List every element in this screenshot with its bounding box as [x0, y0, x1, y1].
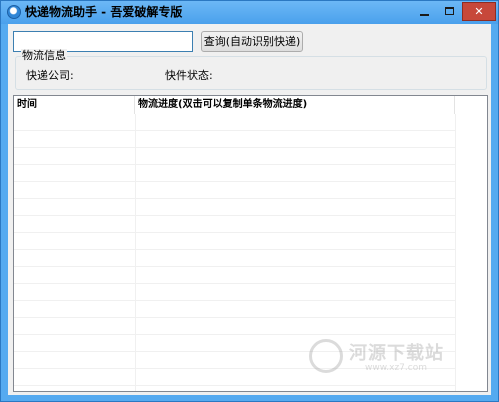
- list-grid-line: [14, 250, 455, 267]
- column-header-filler: [455, 96, 487, 114]
- window-title: 快递物流助手 - 吾爱破解专版: [25, 5, 183, 19]
- package-status-label: 快件状态:: [165, 69, 213, 82]
- list-column-divider: [135, 114, 136, 391]
- logistics-info-group: 物流信息 快递公司: 快件状态:: [15, 49, 487, 90]
- query-button[interactable]: 查询(自动识别快递): [201, 31, 303, 52]
- list-grid-line: [14, 284, 455, 301]
- list-grid-line: [14, 267, 455, 284]
- list-grid-line: [14, 148, 455, 165]
- watermark-logo-icon: [309, 339, 343, 373]
- watermark: 河源下载站 www.xz7.com: [309, 337, 491, 379]
- list-grid-line: [14, 199, 455, 216]
- list-grid-line: [14, 165, 455, 182]
- courier-company-label: 快递公司:: [26, 69, 74, 82]
- close-icon: ✕: [474, 5, 484, 18]
- list-grid-line: [14, 114, 455, 131]
- group-title: 物流信息: [21, 49, 67, 63]
- list-grid-line: [14, 182, 455, 199]
- title-bar[interactable]: 快递物流助手 - 吾爱破解专版 ✕: [1, 1, 498, 24]
- minimize-icon: [420, 14, 429, 16]
- list-grid-line: [14, 301, 455, 318]
- watermark-text: 河源下载站: [349, 343, 444, 364]
- app-window: 快递物流助手 - 吾爱破解专版 ✕ 查询(自动识别快递) 物流信息 快递公司: …: [0, 0, 499, 402]
- minimize-button[interactable]: [412, 2, 437, 21]
- list-grid-line: [14, 131, 455, 148]
- close-button[interactable]: ✕: [462, 2, 496, 21]
- column-header-time[interactable]: 时间: [14, 96, 135, 114]
- app-icon: [7, 5, 21, 19]
- maximize-icon: [445, 7, 454, 15]
- column-header-progress[interactable]: 物流进度(双击可以复制单条物流进度): [135, 96, 455, 114]
- list-grid-line: [14, 216, 455, 233]
- list-grid-line: [14, 318, 455, 335]
- maximize-button[interactable]: [437, 2, 462, 21]
- list-grid-line: [14, 233, 455, 250]
- list-header: 时间 物流进度(双击可以复制单条物流进度): [14, 96, 487, 114]
- watermark-url: www.xz7.com: [365, 363, 427, 373]
